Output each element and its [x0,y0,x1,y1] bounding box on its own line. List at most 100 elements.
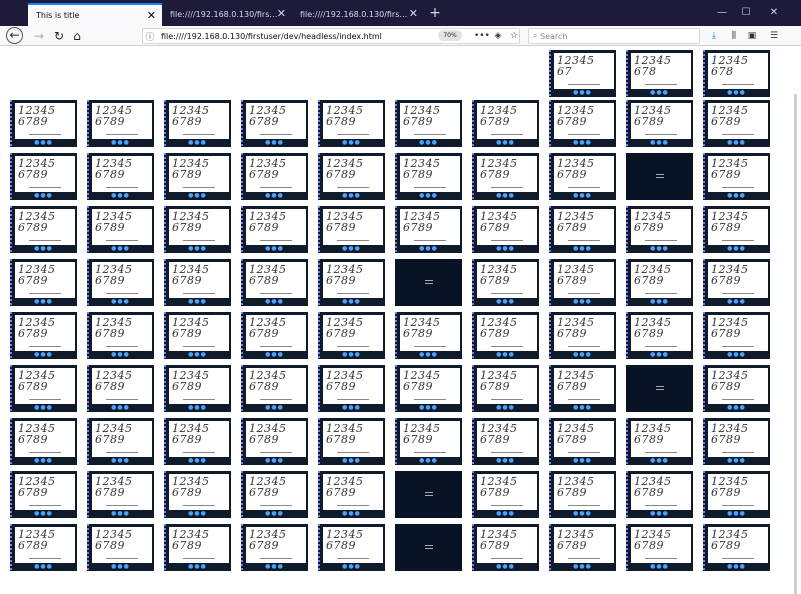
tile-handwriting: 12345 6789 [634,264,672,286]
home-button[interactable]: ⌂ [68,27,86,45]
tile-line-2: 6789 [18,327,48,340]
maximize-button[interactable]: ☐ [734,4,758,22]
tile-line-2: 6789 [480,115,510,128]
grid-tile: 12345 6789 ●●● [472,153,539,200]
forward-button[interactable]: → [30,27,48,45]
minimize-button[interactable]: — [710,4,734,22]
tile-line-2: 6789 [95,274,125,287]
url-text: file:////192.168.0.130/firstuser/dev/hea… [161,31,382,41]
grid-tile: 12345 6789 ●●● [472,206,539,253]
tile-handwriting: 12345 6789 [711,529,749,551]
tile-line-2: 6789 [172,486,202,499]
tile-handwriting: 12345 6789 [249,476,287,498]
tile-handwriting: 12345 6789 [480,370,518,392]
tab-2[interactable]: file:////192.168.0.130/firstuser/dev/ ✕ [162,3,292,26]
grid-tile: 12345 6789 ●●● [10,206,77,253]
tile-line-2: 6789 [403,380,433,393]
tile-handwriting: 12345 6789 [249,317,287,339]
page-actions-icon[interactable]: ••• [474,29,490,43]
tile-underline [491,134,523,135]
tile-handwriting: 12345 6789 [557,158,595,180]
tile-line-2: 6789 [711,327,741,340]
tile-dots: ●●● [188,245,207,252]
tile-handwriting: 12345 6789 [249,264,287,286]
tile-screen: 12345 6789 [15,262,75,298]
tile-line-2: 6789 [18,433,48,446]
tile-underline [29,558,61,559]
tile-menu-icon [656,174,664,178]
tile-dots: ●●● [188,192,207,199]
tile-dots: ●●● [727,457,746,464]
tile-handwriting: 12345 6789 [172,264,210,286]
tile-handwriting: 12345 6789 [480,264,518,286]
tile-handwriting: 12345 6789 [711,423,749,445]
tile-underline [645,240,677,241]
tile-underline [260,399,292,400]
tile-screen: 12345 6789 [15,421,75,457]
tile-dots: ●●● [496,245,515,252]
tile-underline [645,558,677,559]
tile-line-2: 6789 [249,433,279,446]
tile-screen: 12345 6789 [477,209,537,245]
url-bar[interactable]: ⓘ file:////192.168.0.130/firstuser/dev/h… [142,28,520,44]
back-button[interactable]: ← [6,27,23,44]
tile-dots: ●●● [342,139,361,146]
tile-handwriting: 12345 6789 [711,370,749,392]
sidebar-icon[interactable]: ▣ [745,29,759,43]
grid-tile: 12345 6789 ●●● [164,418,231,465]
grid-tile: 12345 6789 ●●● [472,471,539,518]
reload-button[interactable]: ↻ [50,27,68,45]
tile-line-2: 6789 [480,486,510,499]
tile-screen: 12345 6789 [15,474,75,510]
tile-underline [645,84,677,85]
tab-active[interactable]: This is title ✕ [28,3,162,26]
menu-icon[interactable]: ☰ [767,29,781,43]
tile-dots: ●●● [34,351,53,358]
tile-underline [260,134,292,135]
tile-underline [568,346,600,347]
grid-tile: 12345 6789 ●●● [10,100,77,147]
tile-line-2: 6789 [18,168,48,181]
close-tab-icon[interactable]: ✕ [277,7,286,20]
close-tab-icon[interactable]: ✕ [147,9,156,22]
tile-dots: ●●● [34,563,53,570]
pocket-icon[interactable]: ◈ [491,29,505,43]
tile-line-2: 6789 [711,539,741,552]
tile-underline [491,399,523,400]
tab-3[interactable]: file:////192.168.0.130/firstuser/dev/ ✕ [292,3,424,26]
tile-dots: ●●● [419,351,438,358]
close-tab-icon[interactable]: ✕ [409,7,418,20]
tile-handwriting: 12345 6789 [557,423,595,445]
tile-underline [645,293,677,294]
tile-handwriting: 12345 6789 [557,529,595,551]
grid-tile: 12345 6789 ●●● [626,418,693,465]
tile-line-2: 6789 [403,327,433,340]
new-tab-button[interactable]: + [428,3,442,23]
tile-handwriting: 12345 6789 [711,476,749,498]
tile-screen: 12345 6789 [92,156,152,192]
tile-dots: ●●● [111,298,130,305]
tile-screen: 12345 6789 [708,262,768,298]
tile-underline [183,187,215,188]
grid-tile: 12345 6789 ●●● [10,471,77,518]
tile-menu-icon [656,386,664,390]
grid-tile: 12345 6789 ●●● [318,100,385,147]
grid-tile: 12345 6789 ●●● [472,312,539,359]
tile-line-2: 6789 [711,486,741,499]
tile-underline [722,346,754,347]
scrollbar[interactable] [794,94,797,594]
tile-screen: 12345 6789 [631,262,691,298]
bookmark-star-icon[interactable]: ☆ [507,29,521,43]
info-icon[interactable]: ⓘ [143,30,157,43]
close-window-button[interactable]: ✕ [762,4,786,22]
tile-screen: 12345 6789 [323,368,383,404]
tile-screen: 12345 6789 [554,262,614,298]
tile-screen: 12345 6789 [323,209,383,245]
tile-handwriting: 12345 6789 [403,317,441,339]
zoom-indicator[interactable]: 70% [438,30,462,41]
downloads-icon[interactable]: ⤓ [707,29,721,43]
library-icon[interactable]: ⫼ [727,29,741,43]
tile-underline [568,134,600,135]
tile-handwriting: 12345 6789 [18,476,56,498]
search-box[interactable]: ⌕ Search [528,28,700,44]
